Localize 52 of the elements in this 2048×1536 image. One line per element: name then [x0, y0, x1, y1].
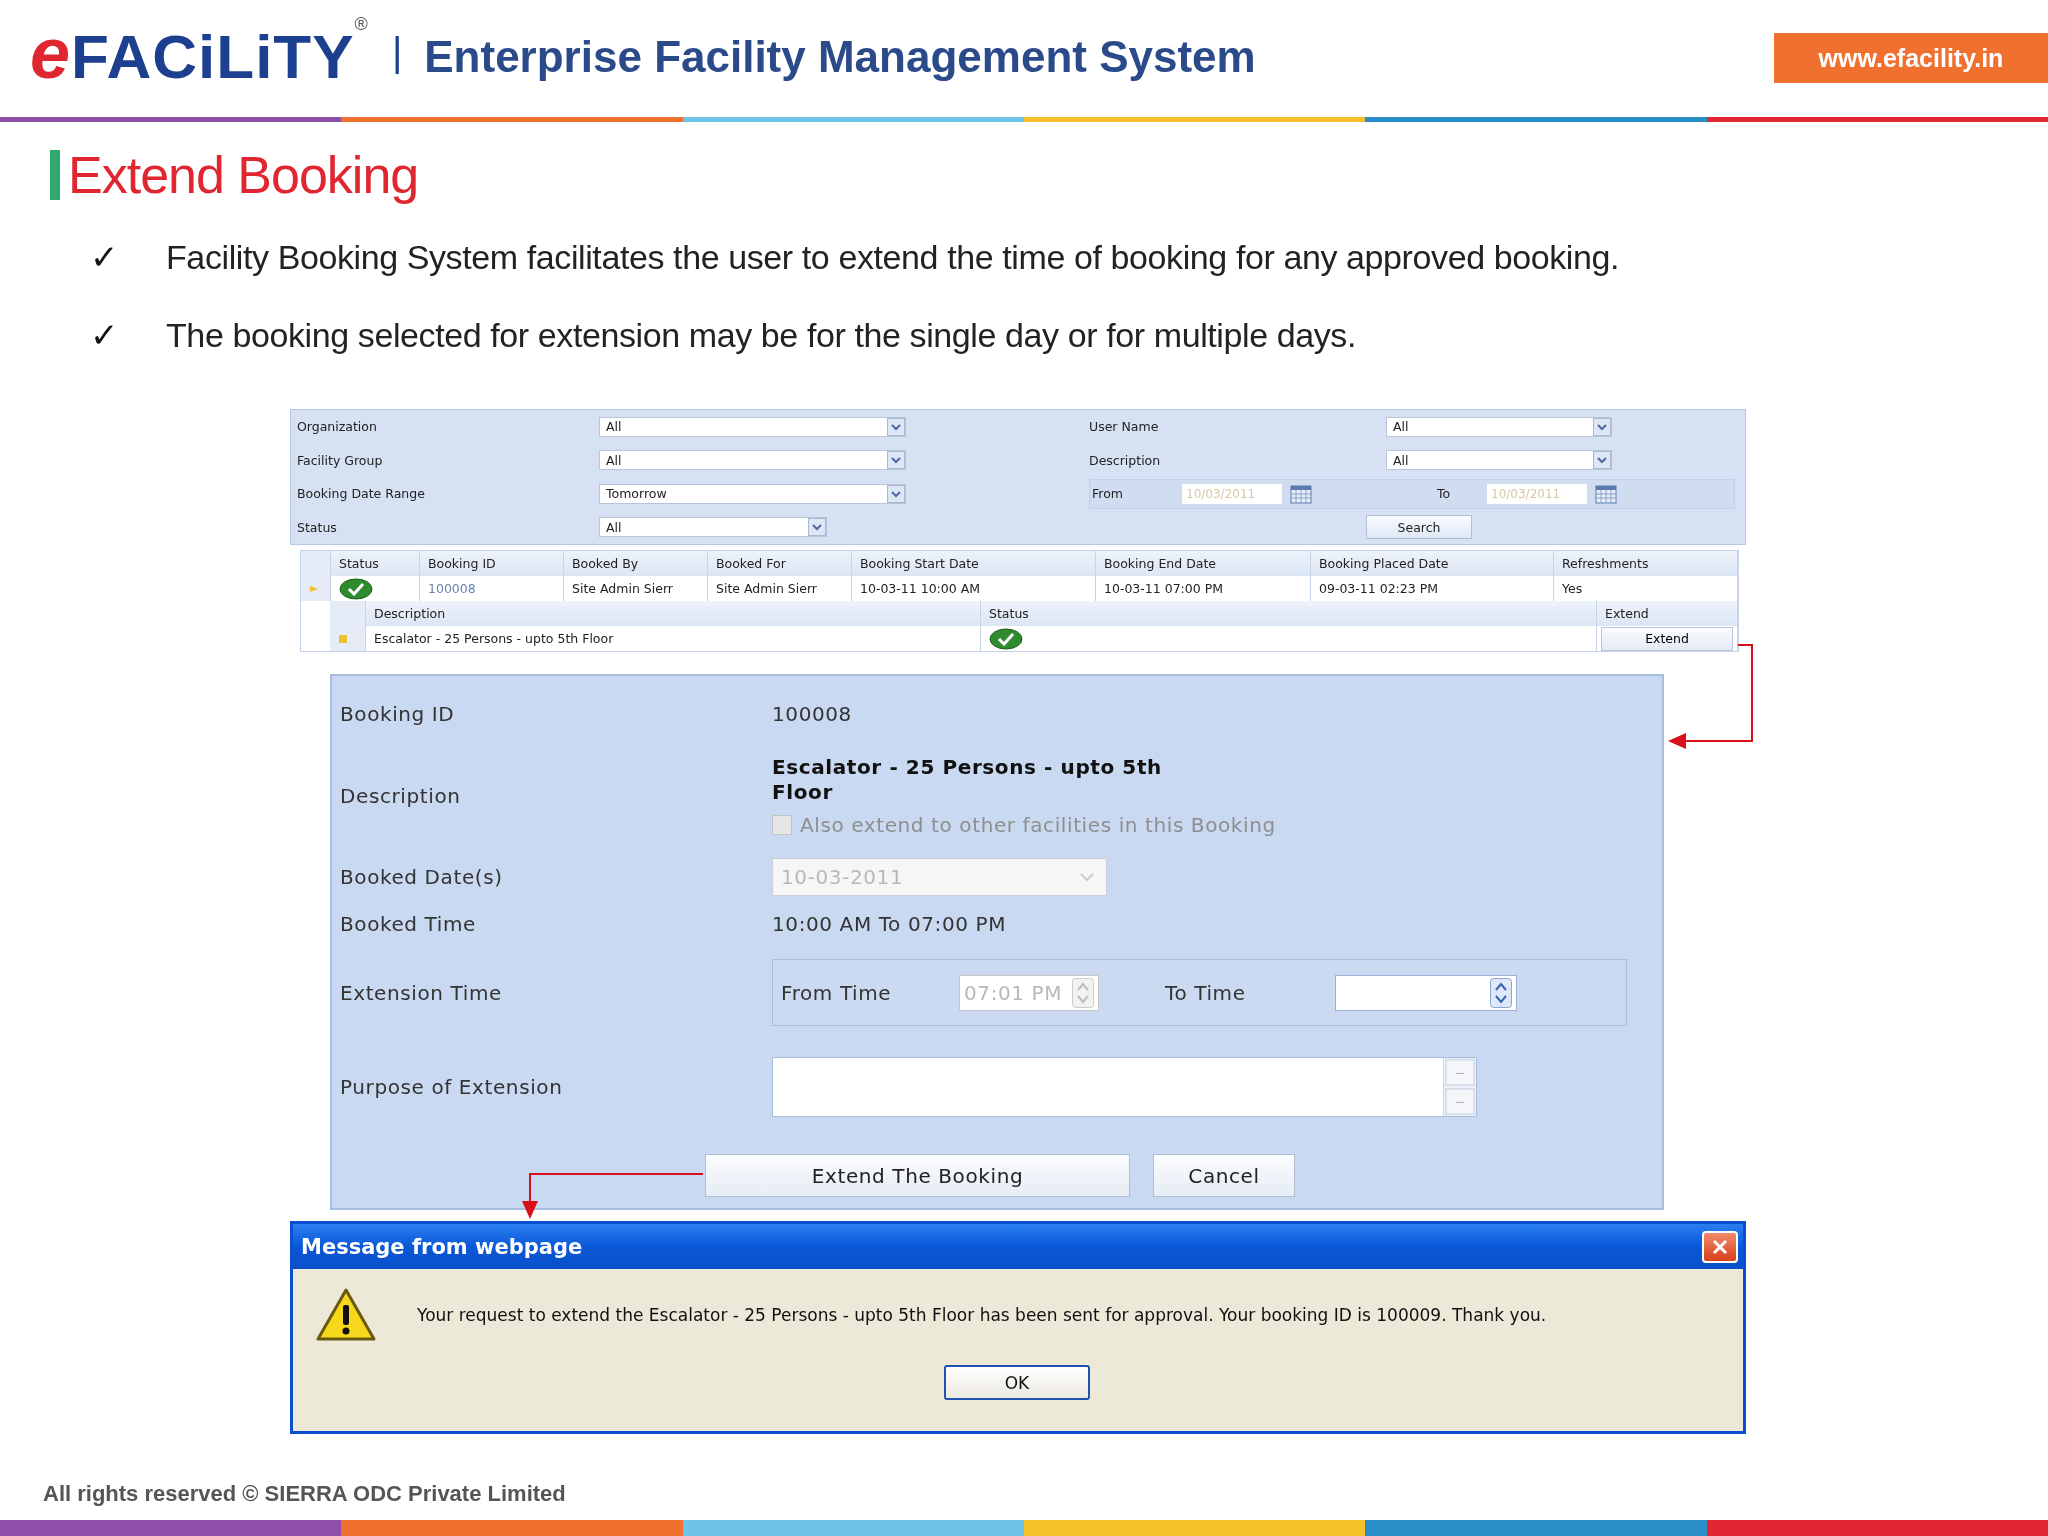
table-cell: 10-03-11 07:00 PM: [1096, 576, 1311, 601]
column-header: Description: [366, 601, 981, 626]
from-label: From: [1091, 486, 1124, 502]
to-label: To: [1437, 486, 1452, 502]
filter-label: Status: [297, 519, 337, 535]
filter-label: User Name: [1089, 419, 1159, 435]
logo: eFACiLiTY: [30, 16, 355, 89]
field-label: Booked Time: [340, 912, 477, 936]
filter-label: Booking Date Range: [297, 486, 425, 502]
field-label: To Time: [1165, 980, 1247, 1005]
check-mark: ✓: [89, 237, 120, 277]
separator: |: [391, 30, 403, 75]
table-cell: 10-03-11 10:00 AM: [852, 576, 1096, 601]
field-value: 100008: [772, 702, 853, 726]
bullet-text: Facility Booking System facilitates the user to extend the time of booking for any approved booking.: [166, 237, 1620, 278]
column-header: Extend: [1597, 601, 1738, 626]
dialog-title: Message from webpage: [301, 1234, 583, 1259]
column-header: Refreshments: [1554, 551, 1738, 576]
filter-label: Description: [1089, 452, 1161, 468]
slide-title: Extend Booking: [68, 145, 419, 205]
filter-label: Facility Group: [297, 452, 383, 468]
field-label: Description: [340, 783, 462, 808]
table-cell: Yes: [1554, 576, 1738, 601]
table-cell: Escalator - 25 Persons - upto 5th Floor: [366, 626, 981, 651]
column-header: Booked By: [564, 551, 708, 576]
table-cell: 09-03-11 02:23 PM: [1311, 576, 1554, 601]
checkbox-label: Also extend to other facilities in this Booking: [800, 812, 1276, 837]
column-header: Status: [331, 551, 420, 576]
column-header: Booking ID: [420, 551, 564, 576]
field-label: Booking ID: [340, 702, 456, 726]
bullet-text: The booking selected for extension may be for the single day or for multiple days.: [166, 315, 1356, 356]
check-mark: ✓: [89, 315, 120, 355]
column-header: Booking Placed Date: [1311, 551, 1554, 576]
table-cell: 100008: [420, 576, 564, 601]
field-label: From Time: [781, 980, 893, 1005]
field-label: Purpose of Extension: [340, 1075, 564, 1099]
field-label: Booked Date(s): [340, 865, 504, 889]
registered-mark: ®: [354, 14, 368, 34]
filter-label: Organization: [297, 419, 377, 435]
column-header: Booking End Date: [1096, 551, 1311, 576]
copyright-text: All rights reserved © SIERRA ODC Private Limited: [43, 1480, 567, 1508]
field-label: Extension Time: [340, 980, 503, 1005]
field-value: 10:00 AM To 07:00 PM: [772, 912, 1007, 936]
tagline: Enterprise Facility Management System: [424, 31, 1256, 82]
field-value: Escalator - 25 Persons - upto 5th Floor: [772, 754, 1163, 805]
table-cell: Site Admin Sierr: [564, 576, 708, 601]
message-text: Your request to extend the Escalator - 25 Persons - upto 5th Floor has been sent for approval. Your booking ID is 100009. Thank you.: [417, 1305, 1547, 1325]
accent-bar: [50, 150, 60, 200]
table-cell: Site Admin Sierr: [708, 576, 852, 601]
column-header: Booking Start Date: [852, 551, 1096, 576]
column-header: Status: [981, 601, 1597, 626]
column-header: Booked For: [708, 551, 852, 576]
